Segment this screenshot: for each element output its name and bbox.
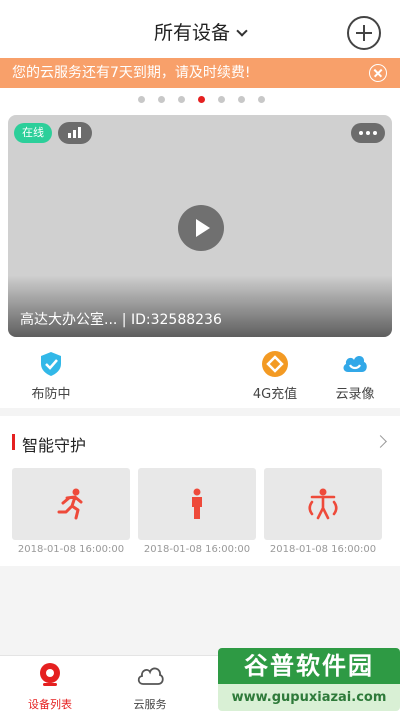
action-label: 云录像 [335,387,375,402]
close-icon[interactable] [369,64,387,82]
carousel-dot[interactable] [258,96,265,103]
watermark-url: www.gupuxiazai.com [218,684,400,711]
carousel-dot[interactable] [238,96,245,103]
signal-icon [58,122,92,144]
guard-event-time: 2018-01-08 16:00:00 [143,544,251,555]
device-selector[interactable]: 所有设备 [0,18,400,45]
add-device-button[interactable] [347,16,381,50]
guard-event-time: 2018-01-08 16:00:00 [269,544,377,555]
guard-event-card[interactable] [264,468,382,540]
tab-label: 云服务 [133,698,167,711]
guard-event-time: 2018-01-08 16:00:00 [17,544,125,555]
renewal-notice: 您的云服务还有7天到期，请及时续费! [0,58,400,88]
recharge-4g-button[interactable]: 4G充值 [240,350,310,402]
action-row: 布防中 4G充值 云录像 [0,344,400,408]
watermark-logo: 谷普软件园 www.gupuxiazai.com [218,648,400,711]
header: 所有设备 [0,0,400,58]
device-card-area: 在线 高达大办公室... | ID:32588236 [0,112,400,344]
play-icon[interactable] [178,205,224,251]
guard-event-card[interactable] [138,468,256,540]
video-preview[interactable]: 在线 高达大办公室... | ID:32588236 [8,115,392,337]
chevron-right-icon[interactable] [374,435,387,448]
recharge-icon [262,351,288,377]
tab-cloud-service[interactable]: 云服务 [110,662,190,711]
device-label: 高达大办公室... | ID:32588236 [20,312,222,328]
cloud-record-icon [343,356,367,372]
camera-icon [40,663,60,686]
carousel-dot[interactable] [218,96,225,103]
running-person-icon [57,488,83,520]
shield-check-icon [41,352,61,376]
section-title: 智能守护 [22,436,87,455]
standing-person-icon [192,488,202,519]
section-accent [12,434,15,450]
watermark-title: 谷普软件园 [218,648,400,684]
carousel-dot[interactable] [178,96,185,103]
renewal-notice-text: 您的云服务还有7天到期，请及时续费! [12,65,251,81]
tab-device-list[interactable]: 设备列表 [10,662,90,711]
person-waving-icon [308,488,338,520]
action-label: 布防中 [31,387,71,402]
chevron-down-icon [236,25,248,37]
action-label: 4G充值 [252,387,298,402]
status-badge: 在线 [14,123,52,143]
guard-event-card[interactable] [12,468,130,540]
carousel-dot[interactable] [158,96,165,103]
more-icon[interactable] [351,123,385,143]
cloud-icon [137,667,164,685]
cloud-record-button[interactable]: 云录像 [320,350,390,402]
smart-guard-section: 智能守护 2018-01-08 16:00:00 2018-01-08 16:0… [0,416,400,566]
carousel-dot-active[interactable] [198,96,205,103]
page-title: 所有设备 [153,22,230,44]
arm-status-button[interactable]: 布防中 [16,350,86,402]
carousel-indicator [0,88,400,112]
carousel-dot[interactable] [138,96,145,103]
tab-label: 设备列表 [28,698,72,711]
